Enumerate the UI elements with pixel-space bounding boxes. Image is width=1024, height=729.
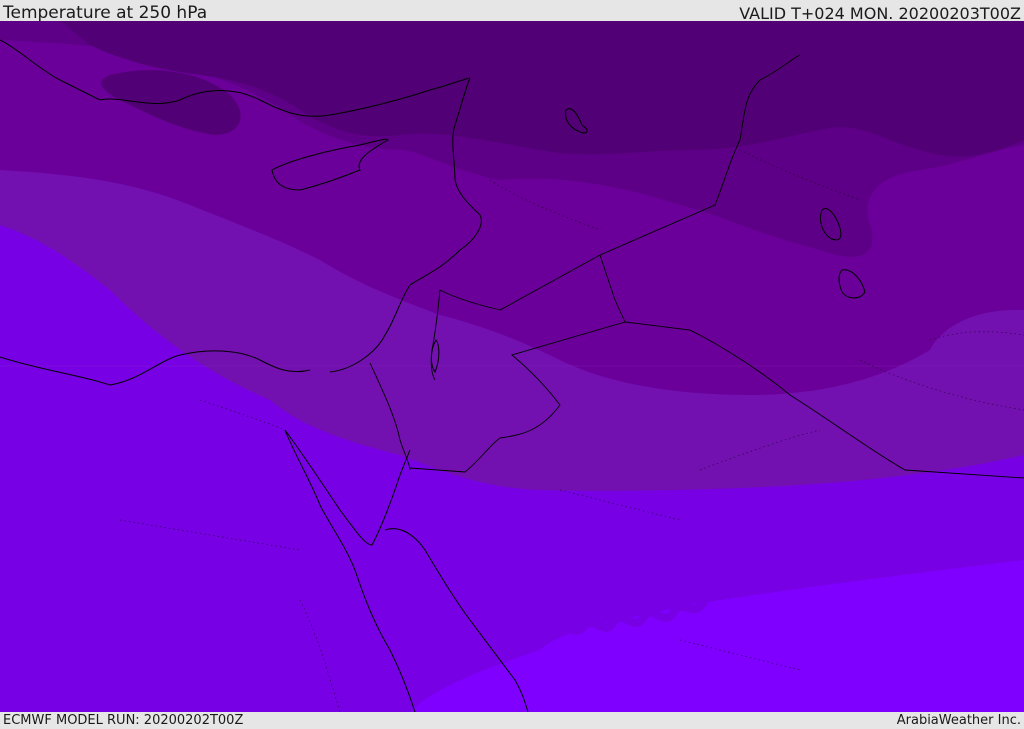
model-run: ECMWF MODEL RUN: 20200202T00Z [3,713,244,728]
map-canvas [0,21,1024,712]
footer-bar: ECMWF MODEL RUN: 20200202T00Z ArabiaWeat… [0,712,1024,729]
header-bar: Temperature at 250 hPa VALID T+024 MON. … [0,0,1024,23]
brand-credit: ArabiaWeather Inc. [896,713,1021,728]
temperature-map[interactable] [0,21,1024,712]
